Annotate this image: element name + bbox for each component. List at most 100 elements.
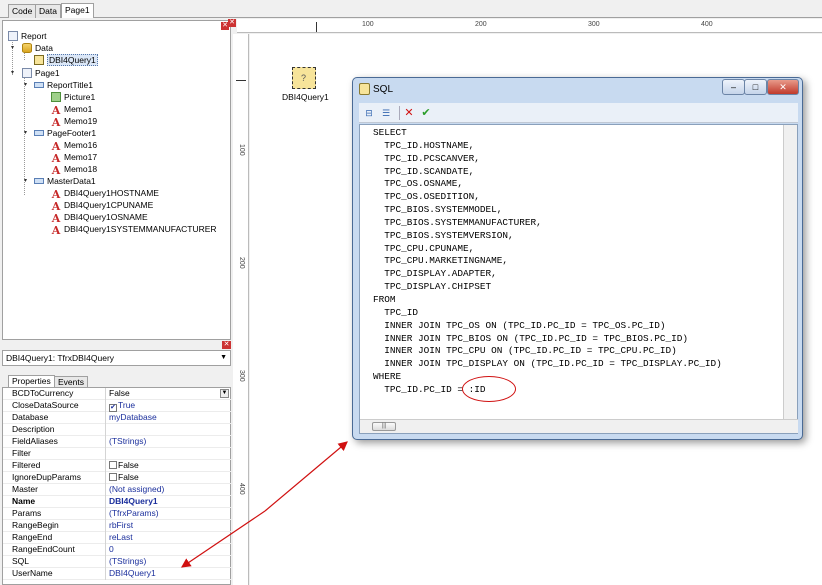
chevron-down-icon[interactable]: ▼ <box>220 351 227 365</box>
prop-row-ignoredupparams[interactable]: IgnoreDupParams False <box>3 472 231 484</box>
prop-row-sql[interactable]: SQL (TStrings) <box>3 556 231 568</box>
tree-item-report[interactable]: Report <box>8 30 47 42</box>
tree-item-memo16[interactable]: A Memo16 <box>51 139 97 152</box>
expander-icon[interactable]: ▾ <box>11 42 18 54</box>
vertical-scrollbar[interactable] <box>783 125 797 419</box>
tree-item-reporttitle1[interactable]: ReportTitle1 <box>34 79 93 91</box>
sql-text[interactable]: SELECT TPC_ID.HOSTNAME, TPC_ID.PCSCANVER… <box>373 127 722 397</box>
sql-line: INNER JOIN TPC_BIOS ON (TPC_ID.PC_ID = T… <box>373 332 689 344</box>
sql-line: TPC_ID.HOSTNAME, <box>373 139 475 151</box>
checkbox-checked[interactable]: ✔ <box>109 404 117 412</box>
sql-line: WHERE <box>373 371 402 383</box>
horizontal-scrollbar[interactable]: ||| <box>360 419 798 433</box>
sql-line: SELECT <box>373 127 407 138</box>
tree-item-dbi4query1[interactable]: DBI4Query1 <box>34 54 98 66</box>
tree-item-picture1[interactable]: Picture1 <box>51 91 95 103</box>
ruler-marker <box>316 22 317 32</box>
query-component-label: DBI4Query1 <box>282 92 329 102</box>
sql-editor[interactable]: SELECT TPC_ID.HOSTNAME, TPC_ID.PCSCANVER… <box>359 124 798 434</box>
prop-row-filtered[interactable]: Filtered False <box>3 460 231 472</box>
prop-row-name[interactable]: Name DBI4Query1 <box>3 496 231 508</box>
tree-item-memo19[interactable]: A Memo19 <box>51 115 97 128</box>
expander-icon[interactable]: ▾ <box>24 79 31 91</box>
sql-line: TPC_BIOS.SYSTEMVERSION, <box>373 229 514 241</box>
database-icon <box>22 43 32 53</box>
sql-line: TPC_DISPLAY.ADAPTER, <box>373 268 497 280</box>
sql-dialog: SQL – □ ✕ ⊟ ☰ ✕ ✔ SELECT TPC_ID.HOSTNAME… <box>352 77 803 440</box>
dialog-title: SQL <box>373 84 394 95</box>
query-icon: ? <box>301 73 307 83</box>
tree-item-systemmanufacturer[interactable]: A DBI4Query1SYSTEMMANUFACTURER <box>51 223 217 237</box>
query-component[interactable]: ? <box>292 67 316 89</box>
prop-row-rangeendcount[interactable]: RangeEndCount 0 <box>3 544 231 556</box>
cancel-icon[interactable]: ✕ <box>402 106 416 120</box>
sql-line: TPC_ID.SCANDATE, <box>373 165 475 177</box>
ruler-top: 100 200 300 400 <box>237 19 822 33</box>
prop-row-database[interactable]: Database myDatabase <box>3 412 231 424</box>
tab-events[interactable]: Events <box>54 376 88 387</box>
maximize-button[interactable]: □ <box>744 79 767 95</box>
prop-row-master[interactable]: Master (Not assigned) <box>3 484 231 496</box>
sql-line: TPC_BIOS.SYSTEMMANUFACTURER, <box>373 216 542 228</box>
sql-line: TPC_OS.OSEDITION, <box>373 191 480 203</box>
checkbox-unchecked[interactable] <box>109 461 117 469</box>
tree-item-memo18[interactable]: A Memo18 <box>51 163 97 176</box>
report-icon <box>8 31 18 41</box>
sql-toolbar: ⊟ ☰ ✕ ✔ <box>359 103 798 123</box>
minimize-button[interactable]: – <box>722 79 745 95</box>
object-selector[interactable]: DBI4Query1: TfrxDBI4Query ▼ <box>2 350 231 366</box>
prop-row-closedatasource[interactable]: CloseDataSource ✔ True <box>3 400 231 412</box>
top-tab-bar: Code Data Page1 <box>0 0 822 18</box>
tree-item-osname[interactable]: A DBI4Query1OSNAME <box>51 211 148 224</box>
prop-row-params[interactable]: Params (TfrxParams) <box>3 508 231 520</box>
memo-icon: A <box>51 224 61 237</box>
tab-page1[interactable]: Page1 <box>61 3 94 18</box>
checkbox-unchecked[interactable] <box>109 473 117 481</box>
ok-check-icon[interactable]: ✔ <box>419 106 433 120</box>
tree-item-masterdata1[interactable]: MasterData1 <box>34 175 96 187</box>
tree-item-memo1[interactable]: A Memo1 <box>51 103 93 116</box>
params-icon[interactable]: ☰ <box>379 106 393 120</box>
prop-row-rangeend[interactable]: RangeEnd reLast <box>3 532 231 544</box>
prop-row-bcdtocurrency[interactable]: BCDToCurrency False ▼ <box>3 388 231 400</box>
close-icon[interactable]: ✕ <box>228 19 236 27</box>
sql-line: INNER JOIN TPC_DISPLAY ON (TPC_ID.PC_ID … <box>373 358 722 370</box>
sql-line: INNER JOIN TPC_OS ON (TPC_ID.PC_ID = TPC… <box>373 319 666 331</box>
sql-line: TPC_ID <box>373 306 419 318</box>
sql-line: FROM <box>373 293 396 305</box>
scrollbar-thumb[interactable]: ||| <box>372 422 396 431</box>
chevron-down-icon[interactable]: ▼ <box>220 389 229 398</box>
sql-line: TPC_CPU.CPUNAME, <box>373 242 475 254</box>
sql-line: INNER JOIN TPC_CPU ON (TPC_ID.PC_ID = TP… <box>373 345 677 357</box>
prop-row-username[interactable]: UserName DBI4Query1 <box>3 568 231 580</box>
query-builder-icon[interactable]: ⊟ <box>362 106 376 120</box>
tree-item-memo17[interactable]: A Memo17 <box>51 151 97 164</box>
prop-row-description[interactable]: Description <box>3 424 231 436</box>
prop-row-fieldaliases[interactable]: FieldAliases (TStrings) <box>3 436 231 448</box>
annotation-circle <box>462 376 516 402</box>
ruler-left: 100 200 300 400 <box>233 34 249 585</box>
close-icon[interactable]: ✕ <box>222 341 231 349</box>
sql-line: TPC_DISPLAY.CHIPSET <box>373 281 492 293</box>
tab-data[interactable]: Data <box>35 4 61 18</box>
prop-row-rangebegin[interactable]: RangeBegin rbFirst <box>3 520 231 532</box>
tab-properties[interactable]: Properties <box>8 375 55 387</box>
expander-icon[interactable]: ▾ <box>24 127 31 139</box>
picture-icon <box>51 92 61 102</box>
sql-line: TPC_ID.PCSCANVER, <box>373 152 480 164</box>
tree-item-pagefooter1[interactable]: PageFooter1 <box>34 127 96 139</box>
tab-code[interactable]: Code <box>8 4 37 18</box>
tree-item-cpuname[interactable]: A DBI4Query1CPUNAME <box>51 199 154 212</box>
expander-icon[interactable]: ▾ <box>11 67 18 79</box>
query-icon <box>34 55 44 65</box>
report-tree-panel: ✕ Report ▾ Data DBI4Query1 ▾ Page1 ▾ Rep… <box>2 20 231 340</box>
tree-item-page1[interactable]: Page1 <box>22 67 60 79</box>
property-grid: BCDToCurrency False ▼ CloseDataSource ✔ T… <box>2 387 231 585</box>
expander-icon[interactable]: ▾ <box>24 175 31 187</box>
close-button[interactable]: ✕ <box>767 79 799 95</box>
tree-item-hostname[interactable]: A DBI4Query1HOSTNAME <box>51 187 159 200</box>
tree-item-data[interactable]: Data <box>22 42 53 54</box>
page-icon <box>22 68 32 78</box>
sql-line: TPC_OS.OSNAME, <box>373 178 464 190</box>
prop-row-filter[interactable]: Filter <box>3 448 231 460</box>
